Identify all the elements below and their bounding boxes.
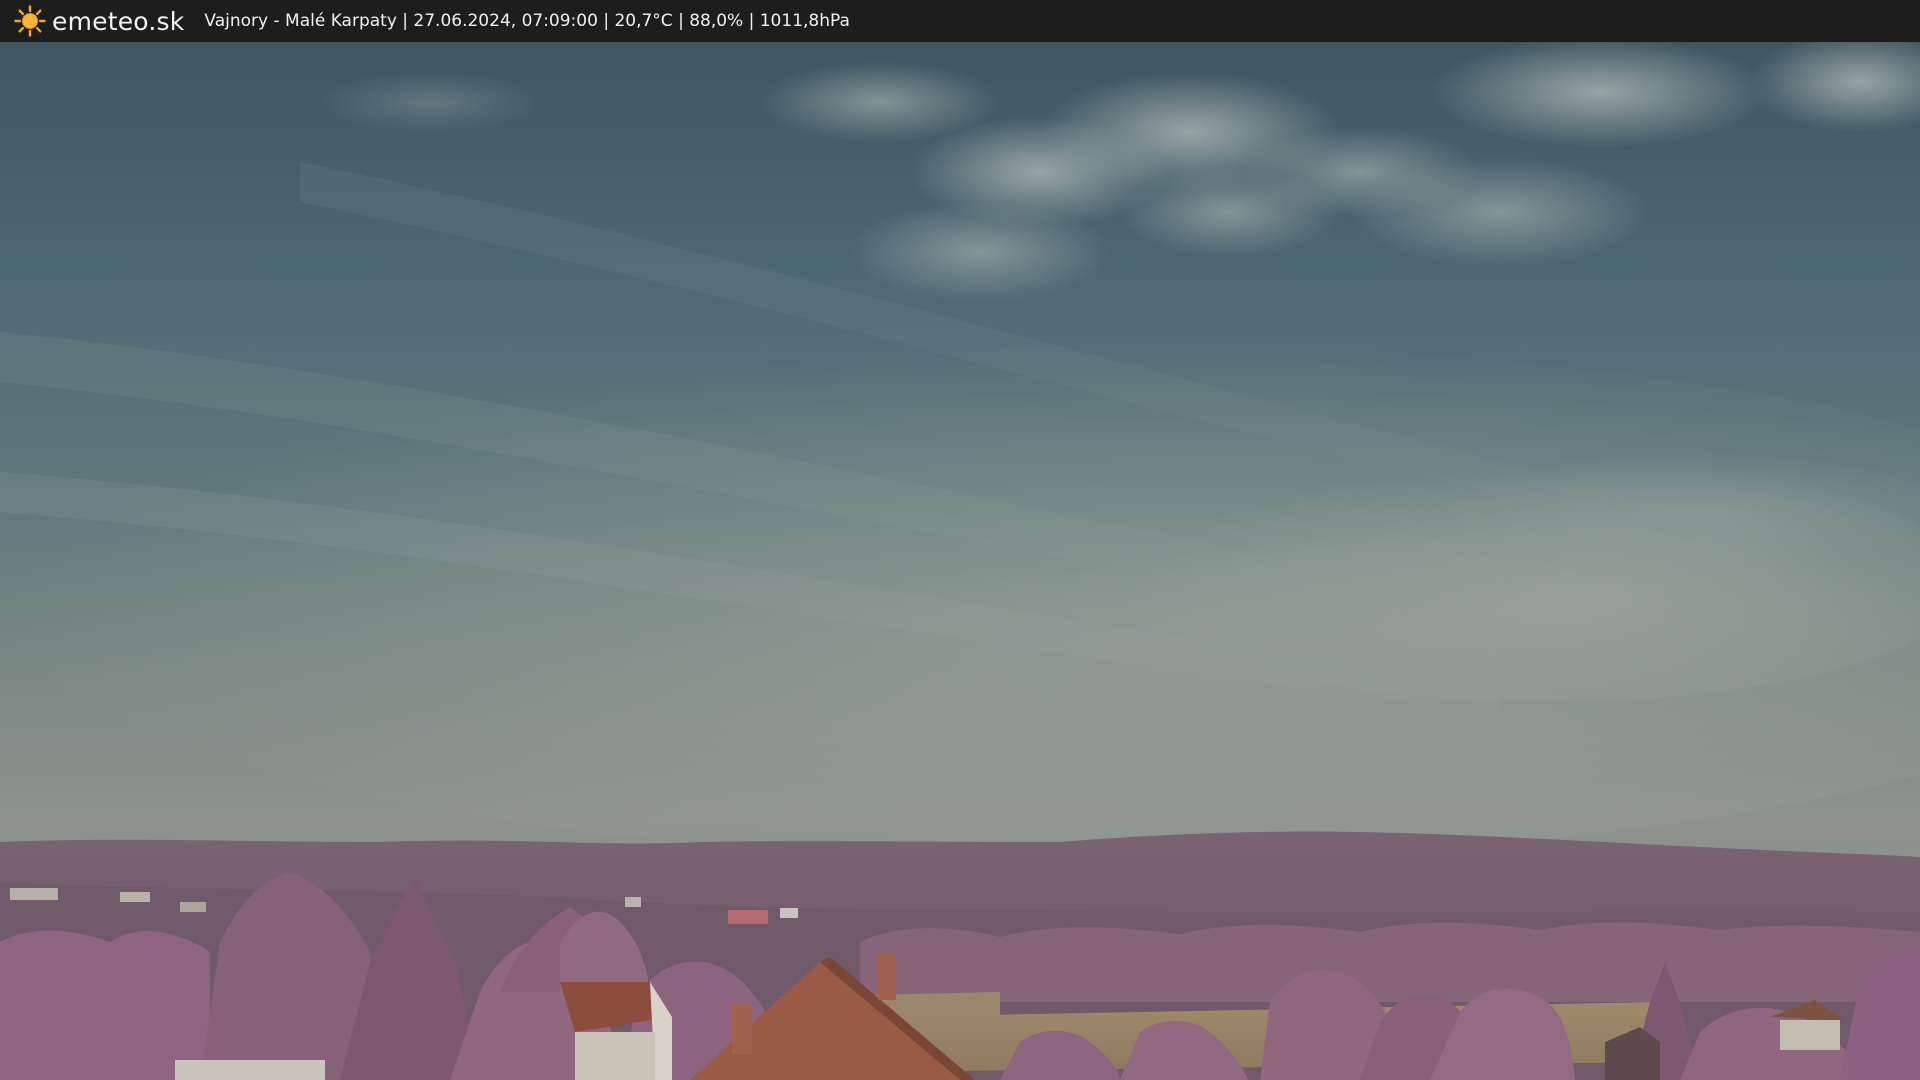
station-caption: Vajnory - Malé Karpaty | 27.06.2024, 07:… xyxy=(204,11,850,31)
webcam-frame: emeteo.sk Vajnory - Malé Karpaty | 27.06… xyxy=(0,0,1920,1080)
brand-name[interactable]: emeteo.sk xyxy=(52,7,184,36)
webcam-image xyxy=(0,42,1920,1080)
brand-logo: emeteo.sk xyxy=(14,5,204,37)
sun-icon xyxy=(14,5,46,37)
caption-bar: emeteo.sk Vajnory - Malé Karpaty | 27.06… xyxy=(0,0,1920,42)
